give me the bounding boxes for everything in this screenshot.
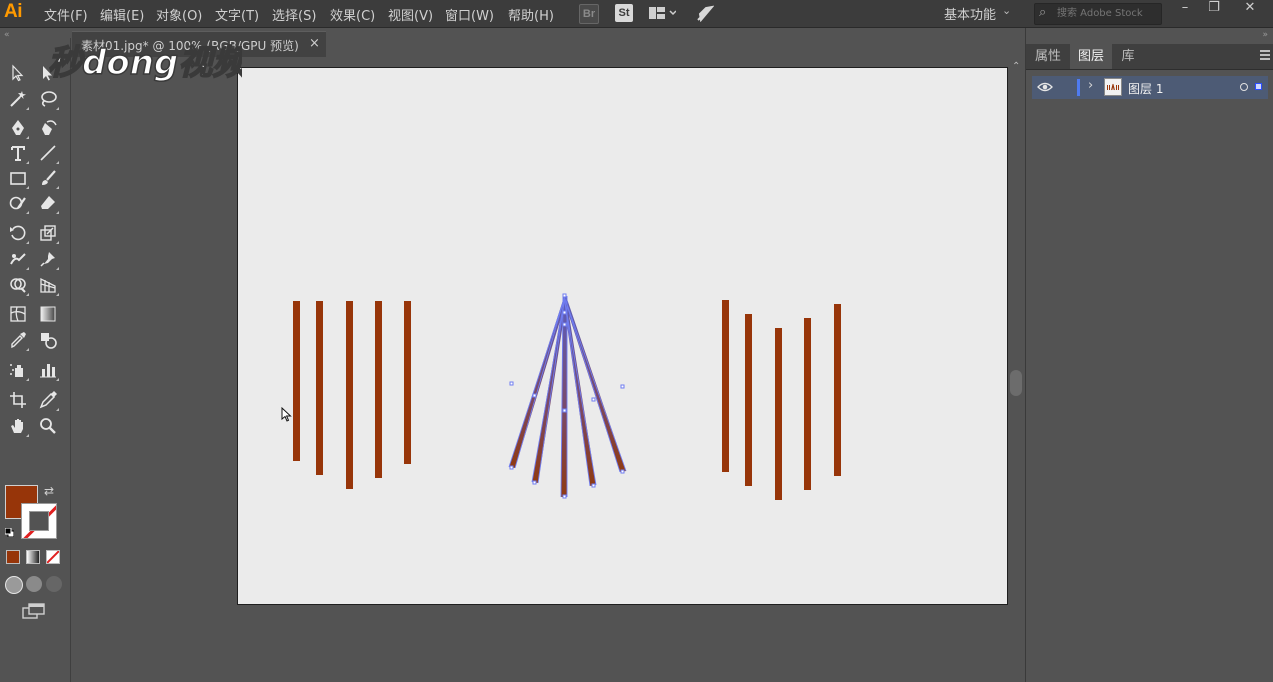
search-input[interactable]	[1057, 6, 1157, 21]
paintbrush-tool-icon[interactable]	[37, 167, 59, 189]
blend-tool-icon[interactable]	[37, 329, 59, 351]
menu-bar: Ai 文件(F) 编辑(E) 对象(O) 文字(T) 选择(S) 效果(C) 视…	[0, 0, 1273, 28]
chevron-down-icon[interactable]: ⌄	[1002, 4, 1011, 17]
scroll-up-icon[interactable]: ⌃	[1012, 61, 1020, 72]
collapse-panel-icon[interactable]: »	[1262, 30, 1268, 40]
minimize-button[interactable]: –	[1173, 0, 1197, 20]
gradient-tool-icon[interactable]	[37, 303, 59, 325]
artwork	[293, 293, 841, 500]
draw-inside-icon[interactable]	[46, 576, 62, 592]
stock-search[interactable]: ⌕	[1034, 3, 1162, 25]
draw-normal-icon[interactable]	[5, 576, 23, 594]
gradient-mode-button[interactable]	[26, 550, 40, 564]
slice-tool-icon[interactable]	[37, 389, 59, 411]
close-window-button[interactable]: ✕	[1238, 0, 1262, 20]
scale-tool-icon[interactable]	[37, 222, 59, 244]
panel-menu-icon[interactable]	[1260, 50, 1270, 62]
fan-bars-group[interactable]	[508, 293, 627, 499]
vertical-scrollbar[interactable]: ⌃	[1008, 57, 1025, 682]
perspective-grid-tool-icon[interactable]	[37, 274, 59, 296]
tab-libraries[interactable]: 库	[1112, 44, 1144, 69]
app-logo[interactable]: Ai	[4, 1, 23, 23]
lasso-tool-icon[interactable]	[37, 88, 59, 110]
warp-tool-icon[interactable]	[7, 248, 29, 270]
eraser-tool-icon[interactable]	[37, 192, 59, 214]
close-document-icon[interactable]: ×	[309, 36, 320, 51]
left-bars-group[interactable]	[293, 301, 411, 489]
right-bars-group[interactable]	[722, 300, 841, 500]
panel-tab-bar: 属性 图层 库	[1026, 44, 1273, 70]
menu-select[interactable]: 选择(S)	[272, 5, 316, 24]
layer-thumbnail	[1104, 78, 1122, 96]
line-segment-tool-icon[interactable]	[37, 142, 59, 164]
rotate-tool-icon[interactable]	[7, 222, 29, 244]
scroll-thumb[interactable]	[1010, 370, 1022, 396]
menu-object[interactable]: 对象(O)	[156, 5, 202, 24]
watermark-text: 秒dong视频	[48, 43, 242, 83]
tab-properties[interactable]: 属性	[1026, 44, 1070, 69]
color-mode-button[interactable]	[6, 550, 20, 564]
bar	[346, 301, 353, 489]
menu-view[interactable]: 视图(V)	[388, 5, 433, 24]
menu-type[interactable]: 文字(T)	[215, 5, 259, 24]
bar	[316, 301, 323, 475]
menu-file[interactable]: 文件(F)	[44, 5, 88, 24]
menu-window[interactable]: 窗口(W)	[445, 5, 494, 24]
bar	[375, 301, 382, 478]
menu-help[interactable]: 帮助(H)	[508, 5, 554, 24]
draw-behind-icon[interactable]	[26, 576, 42, 592]
menu-edit[interactable]: 编辑(E)	[100, 5, 144, 24]
bridge-icon[interactable]: Br	[579, 4, 599, 24]
type-tool-icon[interactable]	[7, 142, 29, 164]
stock-icon[interactable]: St	[615, 4, 633, 22]
shape-builder-tool-icon[interactable]	[7, 274, 29, 296]
bar	[775, 328, 782, 500]
rectangle-tool-icon[interactable]	[7, 167, 29, 189]
menu-effect[interactable]: 效果(C)	[330, 5, 375, 24]
bar	[293, 301, 300, 461]
bar	[404, 301, 411, 464]
tab-layers[interactable]: 图层	[1070, 44, 1112, 69]
tools-panel: ⇄	[0, 38, 71, 682]
puppet-warp-tool-icon[interactable]	[37, 248, 59, 270]
layer-color-indicator	[1077, 79, 1080, 96]
gpu-performance-icon[interactable]	[696, 4, 714, 22]
default-colors-icon[interactable]	[5, 528, 14, 537]
screen-mode-icon[interactable]	[22, 602, 46, 620]
arrange-documents-icon[interactable]	[648, 4, 676, 22]
none-mode-button[interactable]	[46, 550, 60, 564]
selection-tool-icon[interactable]	[7, 62, 29, 84]
mouse-cursor-icon	[281, 407, 292, 422]
layer-name[interactable]: 图层 1	[1128, 80, 1163, 97]
artboard-tool-icon[interactable]	[7, 389, 29, 411]
pen-tool-icon[interactable]	[7, 117, 29, 139]
mesh-tool-icon[interactable]	[7, 303, 29, 325]
stroke-color-swatch[interactable]	[21, 503, 57, 539]
eyedropper-tool-icon[interactable]	[7, 329, 29, 351]
search-icon: ⌕	[1039, 5, 1047, 20]
column-graph-tool-icon[interactable]	[37, 359, 59, 381]
visibility-eye-icon[interactable]	[1037, 80, 1053, 94]
restore-button[interactable]: ❐	[1202, 0, 1226, 20]
zoom-tool-icon[interactable]	[37, 415, 59, 437]
bar	[745, 314, 752, 486]
layer-target-icon[interactable]	[1240, 83, 1248, 91]
watermark-logo: 秒dong视频	[47, 42, 242, 84]
symbol-sprayer-tool-icon[interactable]	[7, 359, 29, 381]
bar	[804, 318, 811, 490]
hand-tool-icon[interactable]	[7, 415, 29, 437]
bar	[722, 300, 729, 472]
selection-indicator-icon[interactable]	[1255, 83, 1262, 90]
curvature-tool-icon[interactable]	[37, 117, 59, 139]
fan-bar	[509, 297, 567, 468]
chevron-right-icon[interactable]: ›	[1088, 78, 1093, 93]
magic-wand-tool-icon[interactable]	[7, 88, 29, 110]
layer-row[interactable]: › 图层 1	[1032, 76, 1268, 99]
layers-panel: » 属性 图层 库 › 图层 1	[1025, 28, 1273, 682]
shaper-tool-icon[interactable]	[7, 192, 29, 214]
bar	[834, 304, 841, 476]
swap-fill-stroke-icon[interactable]: ⇄	[44, 484, 54, 498]
workspace-switcher[interactable]: 基本功能	[944, 4, 996, 23]
